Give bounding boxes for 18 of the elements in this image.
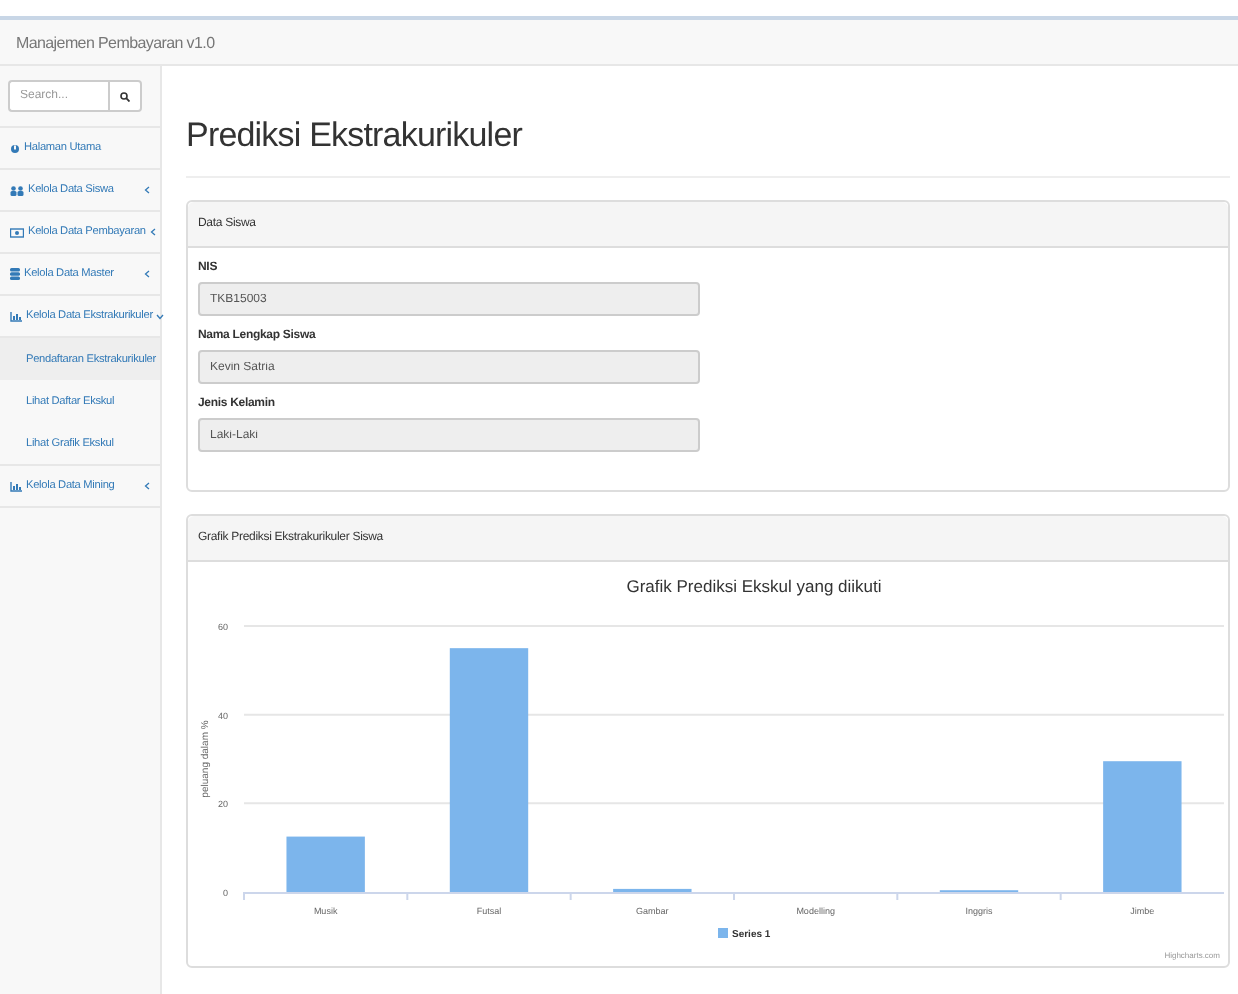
bar-chart-icon bbox=[10, 481, 22, 491]
database-icon bbox=[10, 268, 20, 280]
dashboard-icon bbox=[10, 143, 20, 153]
caret-left-icon bbox=[144, 270, 150, 278]
app-title[interactable]: Manajemen Pembayaran v1.0 bbox=[16, 33, 215, 51]
chart-title: Grafik Prediksi Ekskul yang diikuti bbox=[626, 576, 882, 596]
search-button[interactable] bbox=[108, 80, 142, 112]
caret-left-icon bbox=[144, 482, 150, 490]
caret-down-icon bbox=[156, 313, 165, 319]
caret-left-icon bbox=[149, 228, 156, 236]
money-icon bbox=[10, 227, 24, 237]
bar bbox=[286, 836, 365, 892]
bar bbox=[1103, 761, 1182, 892]
caret-left-icon bbox=[144, 186, 150, 194]
page-title: Prediksi Ekstrakurikuler bbox=[186, 114, 523, 158]
people-icon bbox=[10, 185, 24, 195]
search-icon bbox=[120, 91, 130, 101]
bar-chart-icon bbox=[10, 311, 22, 321]
